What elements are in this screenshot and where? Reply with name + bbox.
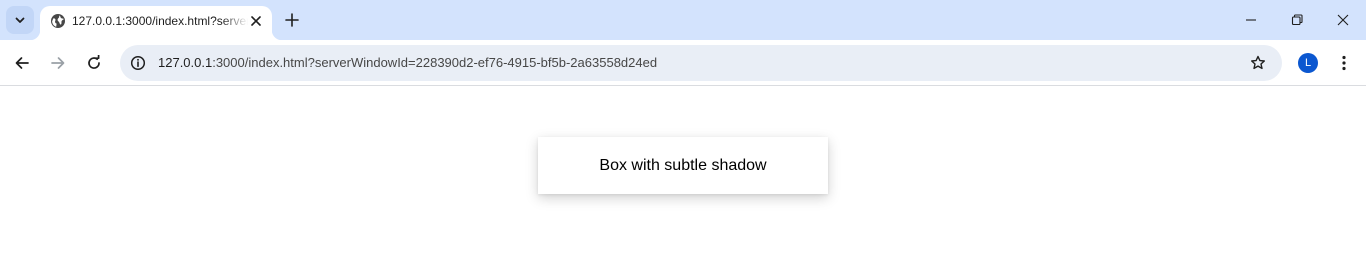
globe-icon	[50, 13, 66, 29]
minimize-icon	[1246, 19, 1256, 21]
browser-toolbar: 127.0.0.1:3000/index.html?serverWindowId…	[0, 40, 1366, 86]
info-icon	[130, 55, 146, 71]
url-text[interactable]: 127.0.0.1:3000/index.html?serverWindowId…	[158, 55, 657, 70]
shadow-box: Box with subtle shadow	[538, 137, 828, 194]
url-path: :3000/index.html?serverWindowId=228390d2…	[212, 55, 658, 70]
profile-initial: L	[1304, 57, 1312, 69]
address-bar[interactable]: 127.0.0.1:3000/index.html?serverWindowId…	[120, 45, 1282, 81]
site-info-button[interactable]	[126, 51, 150, 75]
tab-strip: 127.0.0.1:3000/index.html?serverWindowId…	[0, 0, 1366, 40]
restore-button[interactable]	[1274, 0, 1320, 40]
tab-close-button[interactable]	[246, 11, 266, 31]
close-window-button[interactable]	[1320, 0, 1366, 40]
bookmark-button[interactable]	[1246, 51, 1270, 75]
close-icon	[1337, 14, 1349, 26]
minimize-button[interactable]	[1228, 0, 1274, 40]
star-icon	[1251, 55, 1265, 70]
arrow-left-icon	[15, 57, 29, 69]
forward-button[interactable]	[42, 47, 74, 79]
restore-icon	[1291, 14, 1303, 26]
reload-button[interactable]	[78, 47, 110, 79]
back-button[interactable]	[6, 47, 38, 79]
shadow-box-text: Box with subtle shadow	[599, 156, 767, 174]
active-tab[interactable]: 127.0.0.1:3000/index.html?serverWindowId…	[30, 6, 282, 40]
reload-icon	[88, 55, 100, 69]
page-content: Box with subtle shadow	[0, 87, 1366, 264]
browser-menu-button[interactable]	[1332, 50, 1356, 76]
new-tab-button[interactable]	[280, 8, 304, 32]
close-icon	[251, 16, 261, 26]
plus-icon	[285, 13, 299, 27]
chevron-down-icon	[15, 17, 25, 23]
arrow-right-icon	[51, 57, 65, 69]
url-host: 127.0.0.1	[158, 55, 213, 70]
tab-title: 127.0.0.1:3000/index.html?serverWindowId…	[72, 14, 248, 28]
profile-avatar[interactable]: L	[1298, 53, 1318, 73]
more-vert-icon	[1342, 55, 1346, 71]
